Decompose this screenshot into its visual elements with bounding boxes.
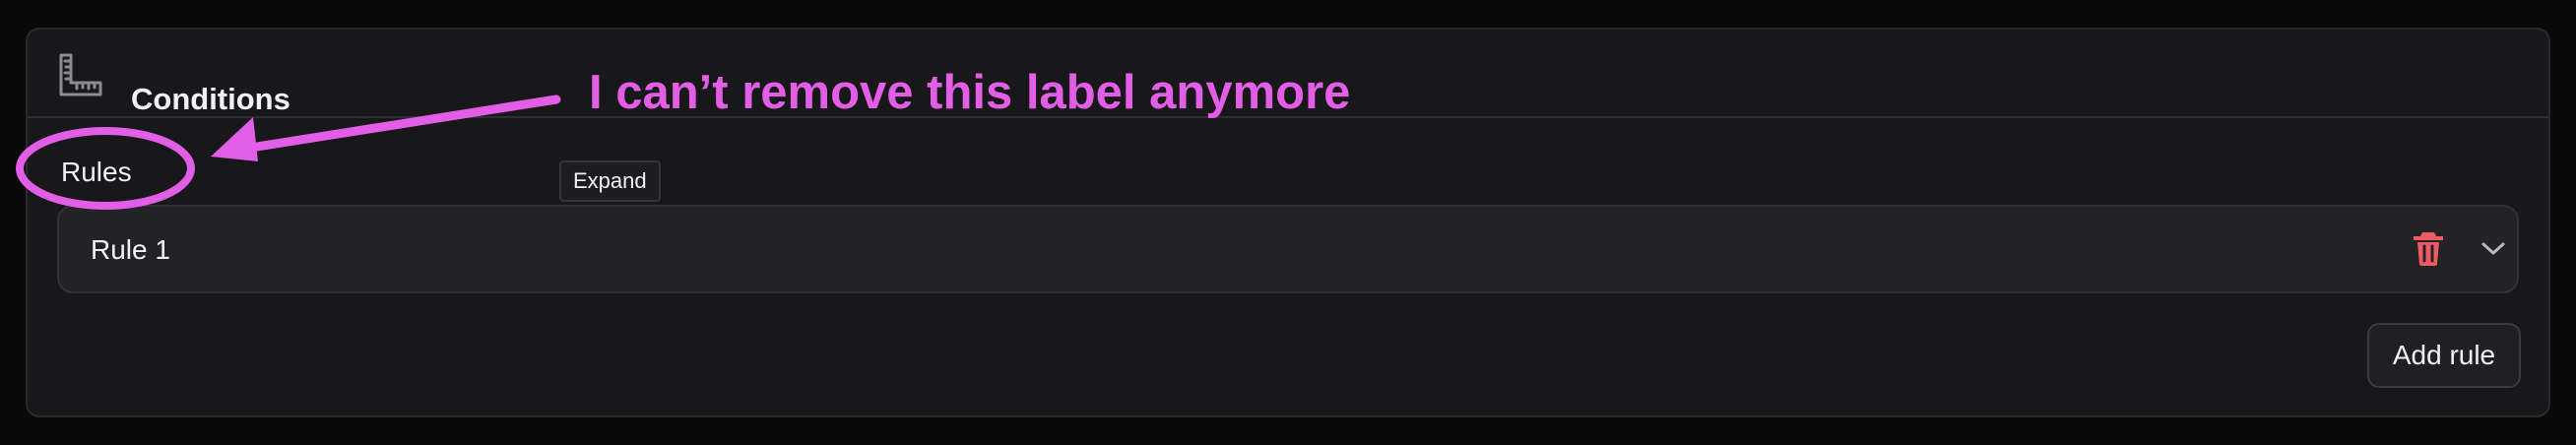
expand-rule-button[interactable] (2474, 229, 2513, 269)
trash-icon (2411, 227, 2446, 270)
rule-title: Rule 1 (91, 234, 170, 265)
screenshot-stage: Conditions Rules Expand Rule 1 Add rule … (0, 0, 2576, 445)
rules-label: Rules (61, 157, 132, 187)
delete-rule-button[interactable] (2408, 227, 2449, 269)
annotation-text: I can’t remove this label anymore (589, 66, 1351, 119)
ruler-icon (55, 49, 106, 100)
add-rule-button[interactable]: Add rule (2367, 323, 2521, 388)
conditions-title: Conditions (131, 81, 290, 116)
rule-row[interactable]: Rule 1 (57, 205, 2519, 293)
expand-tooltip: Expand (559, 160, 661, 202)
chevron-down-icon (2479, 239, 2507, 260)
